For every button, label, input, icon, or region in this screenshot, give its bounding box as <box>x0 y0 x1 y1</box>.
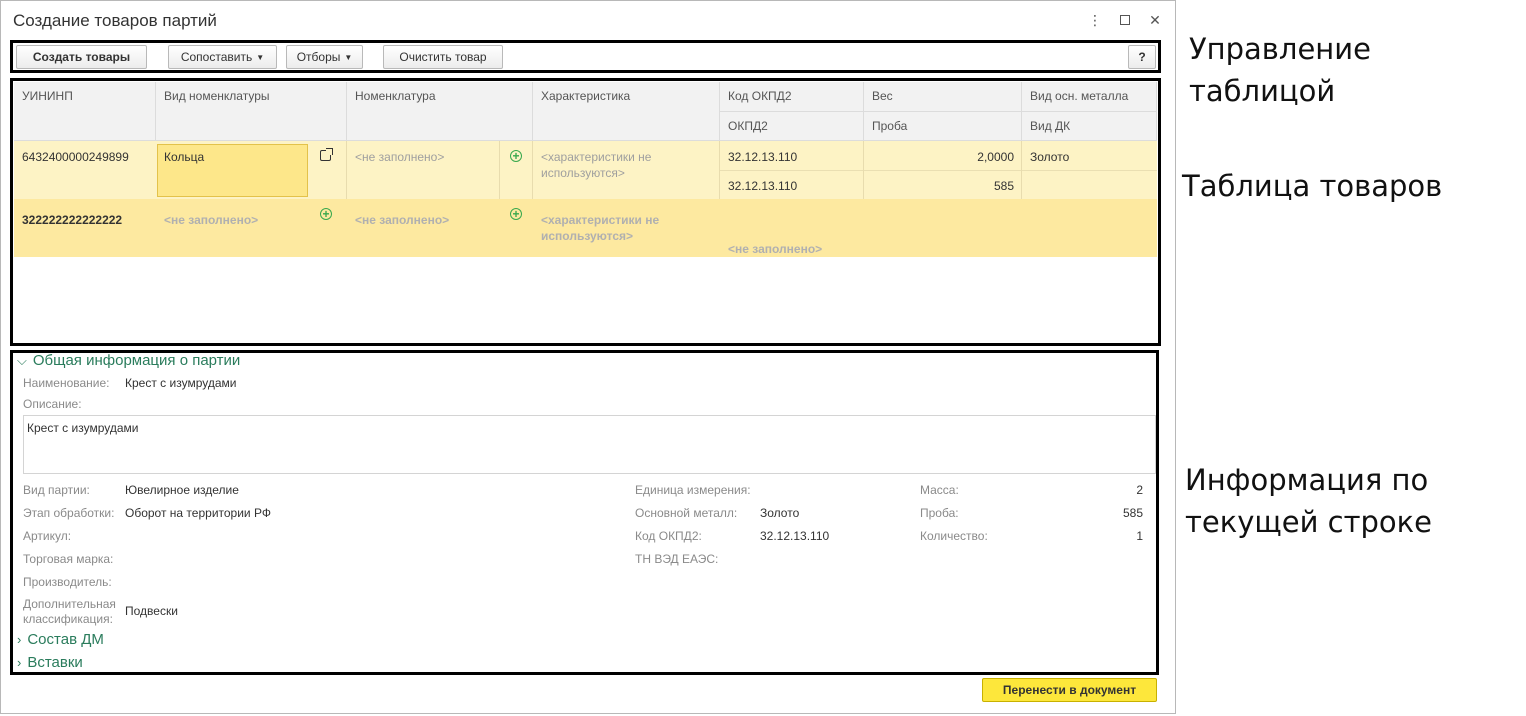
section-inserts-header[interactable]: › Вставки <box>17 654 83 671</box>
annotation-table: Таблица товаров <box>1182 169 1443 203</box>
stage-label: Этап обработки: <box>23 506 115 520</box>
qty-label: Количество: <box>920 529 988 543</box>
brand-label: Торговая марка: <box>23 552 114 566</box>
section-dm-header[interactable]: › Состав ДМ <box>17 631 104 648</box>
maximize-icon[interactable] <box>1117 12 1133 28</box>
batch-type-label: Вид партии: <box>23 483 90 497</box>
okpd-value: 32.12.13.110 <box>760 529 830 543</box>
batch-type-value: Ювелирное изделие <box>125 483 239 497</box>
section-general-header[interactable]: ⌵ Общая информация о партии <box>17 352 240 369</box>
chevron-right-icon: › <box>17 632 22 647</box>
mass-value: 2 <box>1136 483 1143 497</box>
close-icon[interactable]: ✕ <box>1147 12 1163 28</box>
chevron-right-icon: › <box>17 655 22 670</box>
table-frame <box>10 78 1161 346</box>
desc-value: Крест с изумрудами <box>27 421 139 435</box>
extra-label-2: классификация: <box>23 612 113 626</box>
article-label: Артикул: <box>23 529 72 543</box>
window-title: Создание товаров партий <box>13 11 217 30</box>
desc-label: Описание: <box>23 397 82 411</box>
transfer-to-document-button[interactable]: Перенести в документ <box>982 678 1157 702</box>
annotation-info-1: Информация по <box>1185 463 1429 497</box>
okpd-label: Код ОКПД2: <box>635 529 702 543</box>
more-menu-icon[interactable]: ⋮ <box>1087 12 1103 28</box>
metal-value: Золото <box>760 506 800 520</box>
stage-value: Оборот на территории РФ <box>125 506 271 520</box>
unit-label: Единица измерения: <box>635 483 751 497</box>
desc-textarea[interactable] <box>23 415 1156 474</box>
name-value: Крест с изумрудами <box>125 376 237 390</box>
qty-value: 1 <box>1136 529 1143 543</box>
annotation-toolbar: Управление таблицой <box>1189 32 1371 108</box>
extra-label-1: Дополнительная <box>23 597 116 611</box>
toolbar-frame <box>10 40 1161 73</box>
chevron-down-icon: ⌵ <box>17 353 27 368</box>
metal-label: Основной металл: <box>635 506 738 520</box>
annotation-info-2: текущей строке <box>1185 505 1432 539</box>
extra-value: Подвески <box>125 604 178 618</box>
name-label: Наименование: <box>23 376 110 390</box>
tnved-label: ТН ВЭД ЕАЭС: <box>635 552 719 566</box>
proba-label: Проба: <box>920 506 959 520</box>
proba-value: 585 <box>1122 506 1143 520</box>
maker-label: Производитель: <box>23 575 112 589</box>
mass-label: Масса: <box>920 483 959 497</box>
